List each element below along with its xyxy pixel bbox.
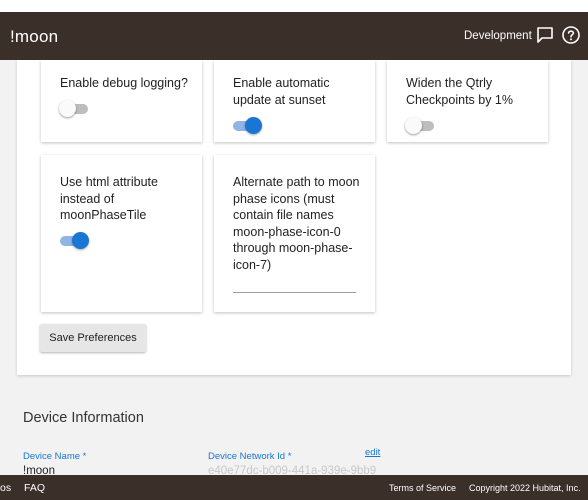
toggle-thumb [72,232,89,249]
save-preferences-button[interactable]: Save Preferences [40,324,146,352]
widen-checkpoints-toggle[interactable] [405,117,434,135]
html-attribute-toggle[interactable] [60,232,89,250]
footer-copyright: Copyright 2022 Hubitat, Inc. [469,483,581,493]
auto-update-toggle[interactable] [233,117,262,135]
toggle-thumb [245,117,262,134]
device-information-heading: Device Information [23,410,144,426]
edit-network-id-link[interactable]: edit [365,447,380,458]
pref-card-debug-logging: Enable debug logging? [41,60,202,142]
pref-card-widen-checkpoints: Widen the Qtrly Checkpoints by 1% [387,60,548,142]
footer-faq-link[interactable]: FAQ [24,482,45,494]
footer-bar: os FAQ Terms of Service Copyright 2022 H… [0,475,588,500]
debug-logging-label: Enable debug logging? [60,76,188,90]
chat-bubble-icon[interactable] [535,25,555,45]
preferences-panel: Enable debug logging? Enable automatic u… [17,60,571,375]
icon-path-label: Alternate path to moon phase icons (must… [233,175,360,272]
environment-label[interactable]: Development [464,30,532,42]
pref-card-icon-path: Alternate path to moon phase icons (must… [214,155,375,312]
app-title: !moon [10,27,59,46]
pref-card-auto-update: Enable automatic update at sunset [214,60,375,142]
device-network-id-label: Device Network Id * [208,451,292,462]
app-bar: !moon Development [0,12,588,60]
auto-update-label: Enable automatic update at sunset [233,76,330,107]
main-content: Enable debug logging? Enable automatic u… [0,60,588,475]
toggle-thumb [405,117,422,134]
pref-card-html-attribute: Use html attribute instead of moonPhaseT… [41,155,202,312]
window-top-strip [0,0,588,12]
footer-terms-link[interactable]: Terms of Service [389,483,456,493]
device-information-section: Device Information Device Name * !moon D… [0,386,588,475]
help-circle-icon[interactable] [561,25,581,45]
device-name-label: Device Name * [23,451,87,462]
toggle-thumb [59,100,76,117]
widen-checkpoints-label: Widen the Qtrly Checkpoints by 1% [406,76,514,107]
device-name-input[interactable]: !moon [23,465,55,475]
debug-logging-toggle[interactable] [59,100,88,118]
device-network-id-input[interactable]: e40e77dc-b009-441a-939e-9bb9 [208,465,376,475]
icon-path-input[interactable] [233,271,356,293]
footer-link-partial[interactable]: os [0,482,11,494]
html-attribute-label: Use html attribute instead of moonPhaseT… [60,175,158,222]
